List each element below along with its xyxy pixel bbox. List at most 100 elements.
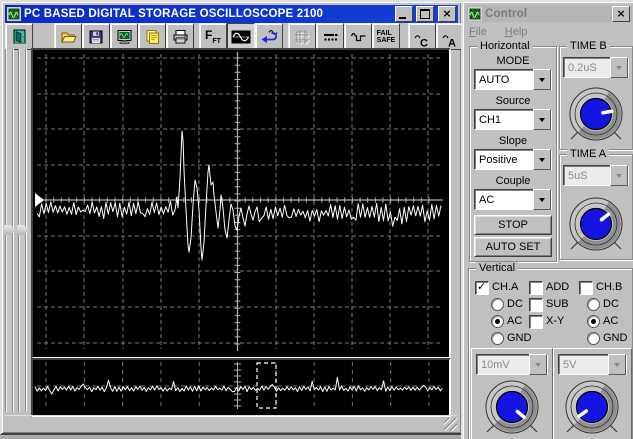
chb-gnd-label: GND [603, 332, 627, 344]
waveform-display-button[interactable] [227, 23, 255, 50]
open-folder-icon [60, 29, 77, 45]
main-titlebar[interactable]: PC BASED DIGITAL STORAGE OSCILLOSCOPE 21… [5, 5, 458, 23]
chb-panel: 5V [553, 348, 632, 439]
menu-help[interactable]: Help [503, 26, 530, 38]
cha-gnd-radio[interactable] [491, 332, 504, 345]
trigger-c-icon: C [413, 33, 431, 49]
cha-ac-radio[interactable] [491, 315, 504, 328]
source-label: Source [470, 95, 556, 107]
chevron-down-icon [614, 363, 620, 367]
mode-label: MODE [470, 55, 556, 67]
auto-set-button[interactable]: AUTO SET [474, 237, 552, 257]
add-checkbox[interactable] [529, 281, 543, 295]
cha-range-value: 10mV [477, 359, 529, 371]
window-title: PC BASED DIGITAL STORAGE OSCILLOSCOPE 21… [24, 8, 392, 20]
cha-range-dropdown-button[interactable] [529, 354, 547, 375]
failsafe-button[interactable]: FAIL SAFE [372, 23, 400, 50]
chb-ac-radio[interactable] [587, 315, 600, 328]
cha-range-combobox[interactable]: 10mV [476, 354, 548, 375]
maximize-icon [420, 9, 430, 19]
chb-ac-label: AC [603, 315, 618, 327]
app-icon [7, 7, 21, 21]
horizontal-group: Horizontal MODE AUTO Source CH1 Slope Po… [469, 46, 557, 262]
time-a-combobox[interactable]: 5uS [563, 165, 629, 186]
cha-checkbox[interactable] [475, 281, 489, 295]
save-button[interactable] [82, 23, 110, 50]
mode-value: AUTO [475, 74, 533, 86]
print-button[interactable] [166, 23, 194, 50]
chb-checkbox[interactable] [579, 281, 593, 295]
maximize-button[interactable] [416, 6, 434, 22]
couple-dropdown-button[interactable] [533, 189, 551, 210]
slope-combobox[interactable]: Positive [474, 149, 552, 170]
open-button[interactable] [54, 23, 82, 50]
chb-gain-knob[interactable] [556, 378, 628, 439]
chb-label: CH.B [596, 281, 622, 293]
control-close-button[interactable]: × [612, 6, 630, 22]
main-waveform-plot [33, 50, 445, 353]
persistence-button[interactable] [316, 23, 344, 50]
trigger-level-slider-thumb[interactable] [4, 225, 16, 235]
cha-dc-radio[interactable] [491, 298, 504, 311]
trigger-c-button[interactable]: C [408, 23, 436, 50]
status-bar [5, 415, 457, 431]
copy-button[interactable] [138, 23, 166, 50]
time-a-dropdown-button[interactable] [610, 165, 628, 186]
overview-display [31, 358, 451, 417]
cha-gnd-label: GND [507, 332, 531, 344]
save-floppy-icon [88, 29, 104, 45]
time-a-value: 5uS [564, 170, 610, 182]
grid-button[interactable] [288, 23, 316, 50]
couple-combobox[interactable]: AC [474, 189, 552, 210]
trigger-a-button[interactable]: A [436, 23, 464, 50]
cha-gain-knob[interactable] [476, 378, 548, 439]
fft-button[interactable]: FFT [199, 23, 227, 50]
grid-icon [294, 29, 311, 45]
failsafe-label: FAIL SAFE [377, 30, 396, 44]
monitor-icon [116, 29, 133, 45]
recall-button[interactable] [255, 23, 283, 50]
chevron-down-icon [539, 78, 545, 82]
mode-dropdown-button[interactable] [533, 69, 551, 90]
menu-file[interactable]: File [467, 26, 489, 38]
time-a-group-label: TIME A [567, 148, 609, 160]
chb-dc-radio[interactable] [587, 298, 600, 311]
cha-panel: 10mV [471, 348, 553, 439]
offset-slider-thumb[interactable] [17, 225, 29, 235]
chevron-down-icon [539, 158, 545, 162]
control-titlebar[interactable]: Control × [466, 5, 632, 22]
source-combobox[interactable]: CH1 [474, 109, 552, 130]
minimize-button[interactable] [395, 6, 413, 22]
time-b-dropdown-button[interactable] [610, 57, 628, 78]
oscilloscope-window: PC BASED DIGITAL STORAGE OSCILLOSCOPE 21… [0, 0, 463, 435]
source-dropdown-button[interactable] [533, 109, 551, 130]
chb-gnd-radio[interactable] [587, 332, 600, 345]
time-a-group: TIME A 5uS [559, 154, 633, 260]
chevron-down-icon [616, 174, 622, 178]
chb-range-combobox[interactable]: 5V [558, 354, 627, 375]
xy-checkbox[interactable] [529, 315, 543, 329]
slope-value: Positive [475, 154, 533, 166]
time-b-combobox[interactable]: 0.2uS [563, 57, 629, 78]
control-window-title: Control [485, 8, 609, 20]
mode-combobox[interactable]: AUTO [474, 69, 552, 90]
control-app-icon [468, 7, 482, 21]
trigger-a-icon: A [441, 33, 459, 49]
resize-grip[interactable] [444, 418, 457, 431]
display-button[interactable] [110, 23, 138, 50]
exit-button[interactable] [5, 23, 33, 50]
sub-checkbox[interactable] [529, 298, 543, 312]
time-b-knob[interactable] [560, 85, 632, 148]
overview-waveform-plot[interactable] [33, 360, 445, 411]
slope-dropdown-button[interactable] [533, 149, 551, 170]
chevron-down-icon [535, 363, 541, 367]
square-wave-icon [350, 29, 367, 45]
squarewave-button[interactable] [344, 23, 372, 50]
chb-range-dropdown-button[interactable] [608, 354, 626, 375]
close-button[interactable]: × [438, 6, 456, 22]
time-a-knob[interactable] [560, 195, 632, 258]
chevron-down-icon [539, 198, 545, 202]
horizontal-group-label: Horizontal [477, 40, 533, 52]
source-value: CH1 [475, 114, 533, 126]
stop-button[interactable]: STOP [474, 215, 552, 235]
